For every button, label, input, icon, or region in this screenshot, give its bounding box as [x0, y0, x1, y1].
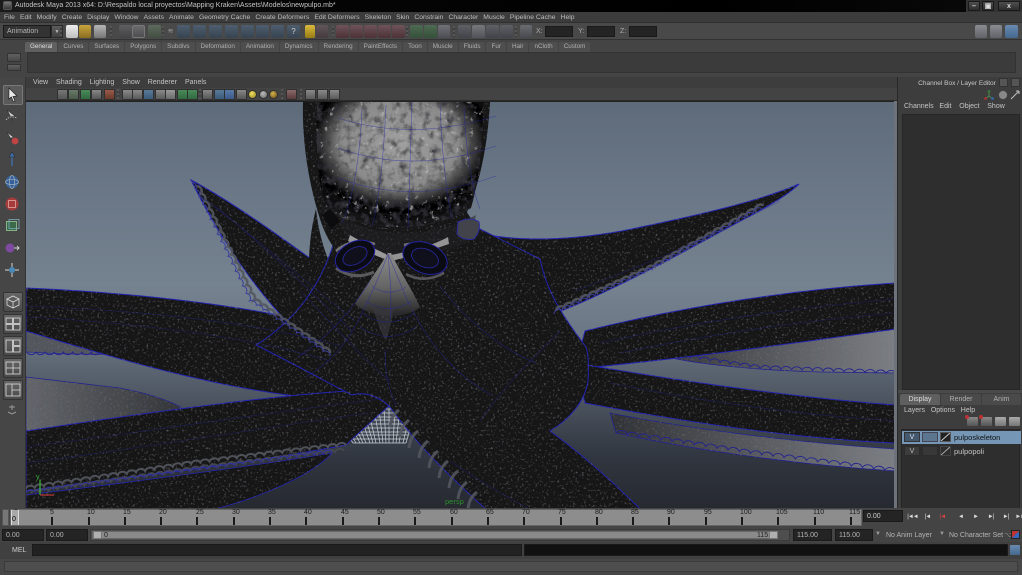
svg-text:persp: persp	[445, 497, 464, 506]
svg-text:y: y	[36, 474, 40, 481]
